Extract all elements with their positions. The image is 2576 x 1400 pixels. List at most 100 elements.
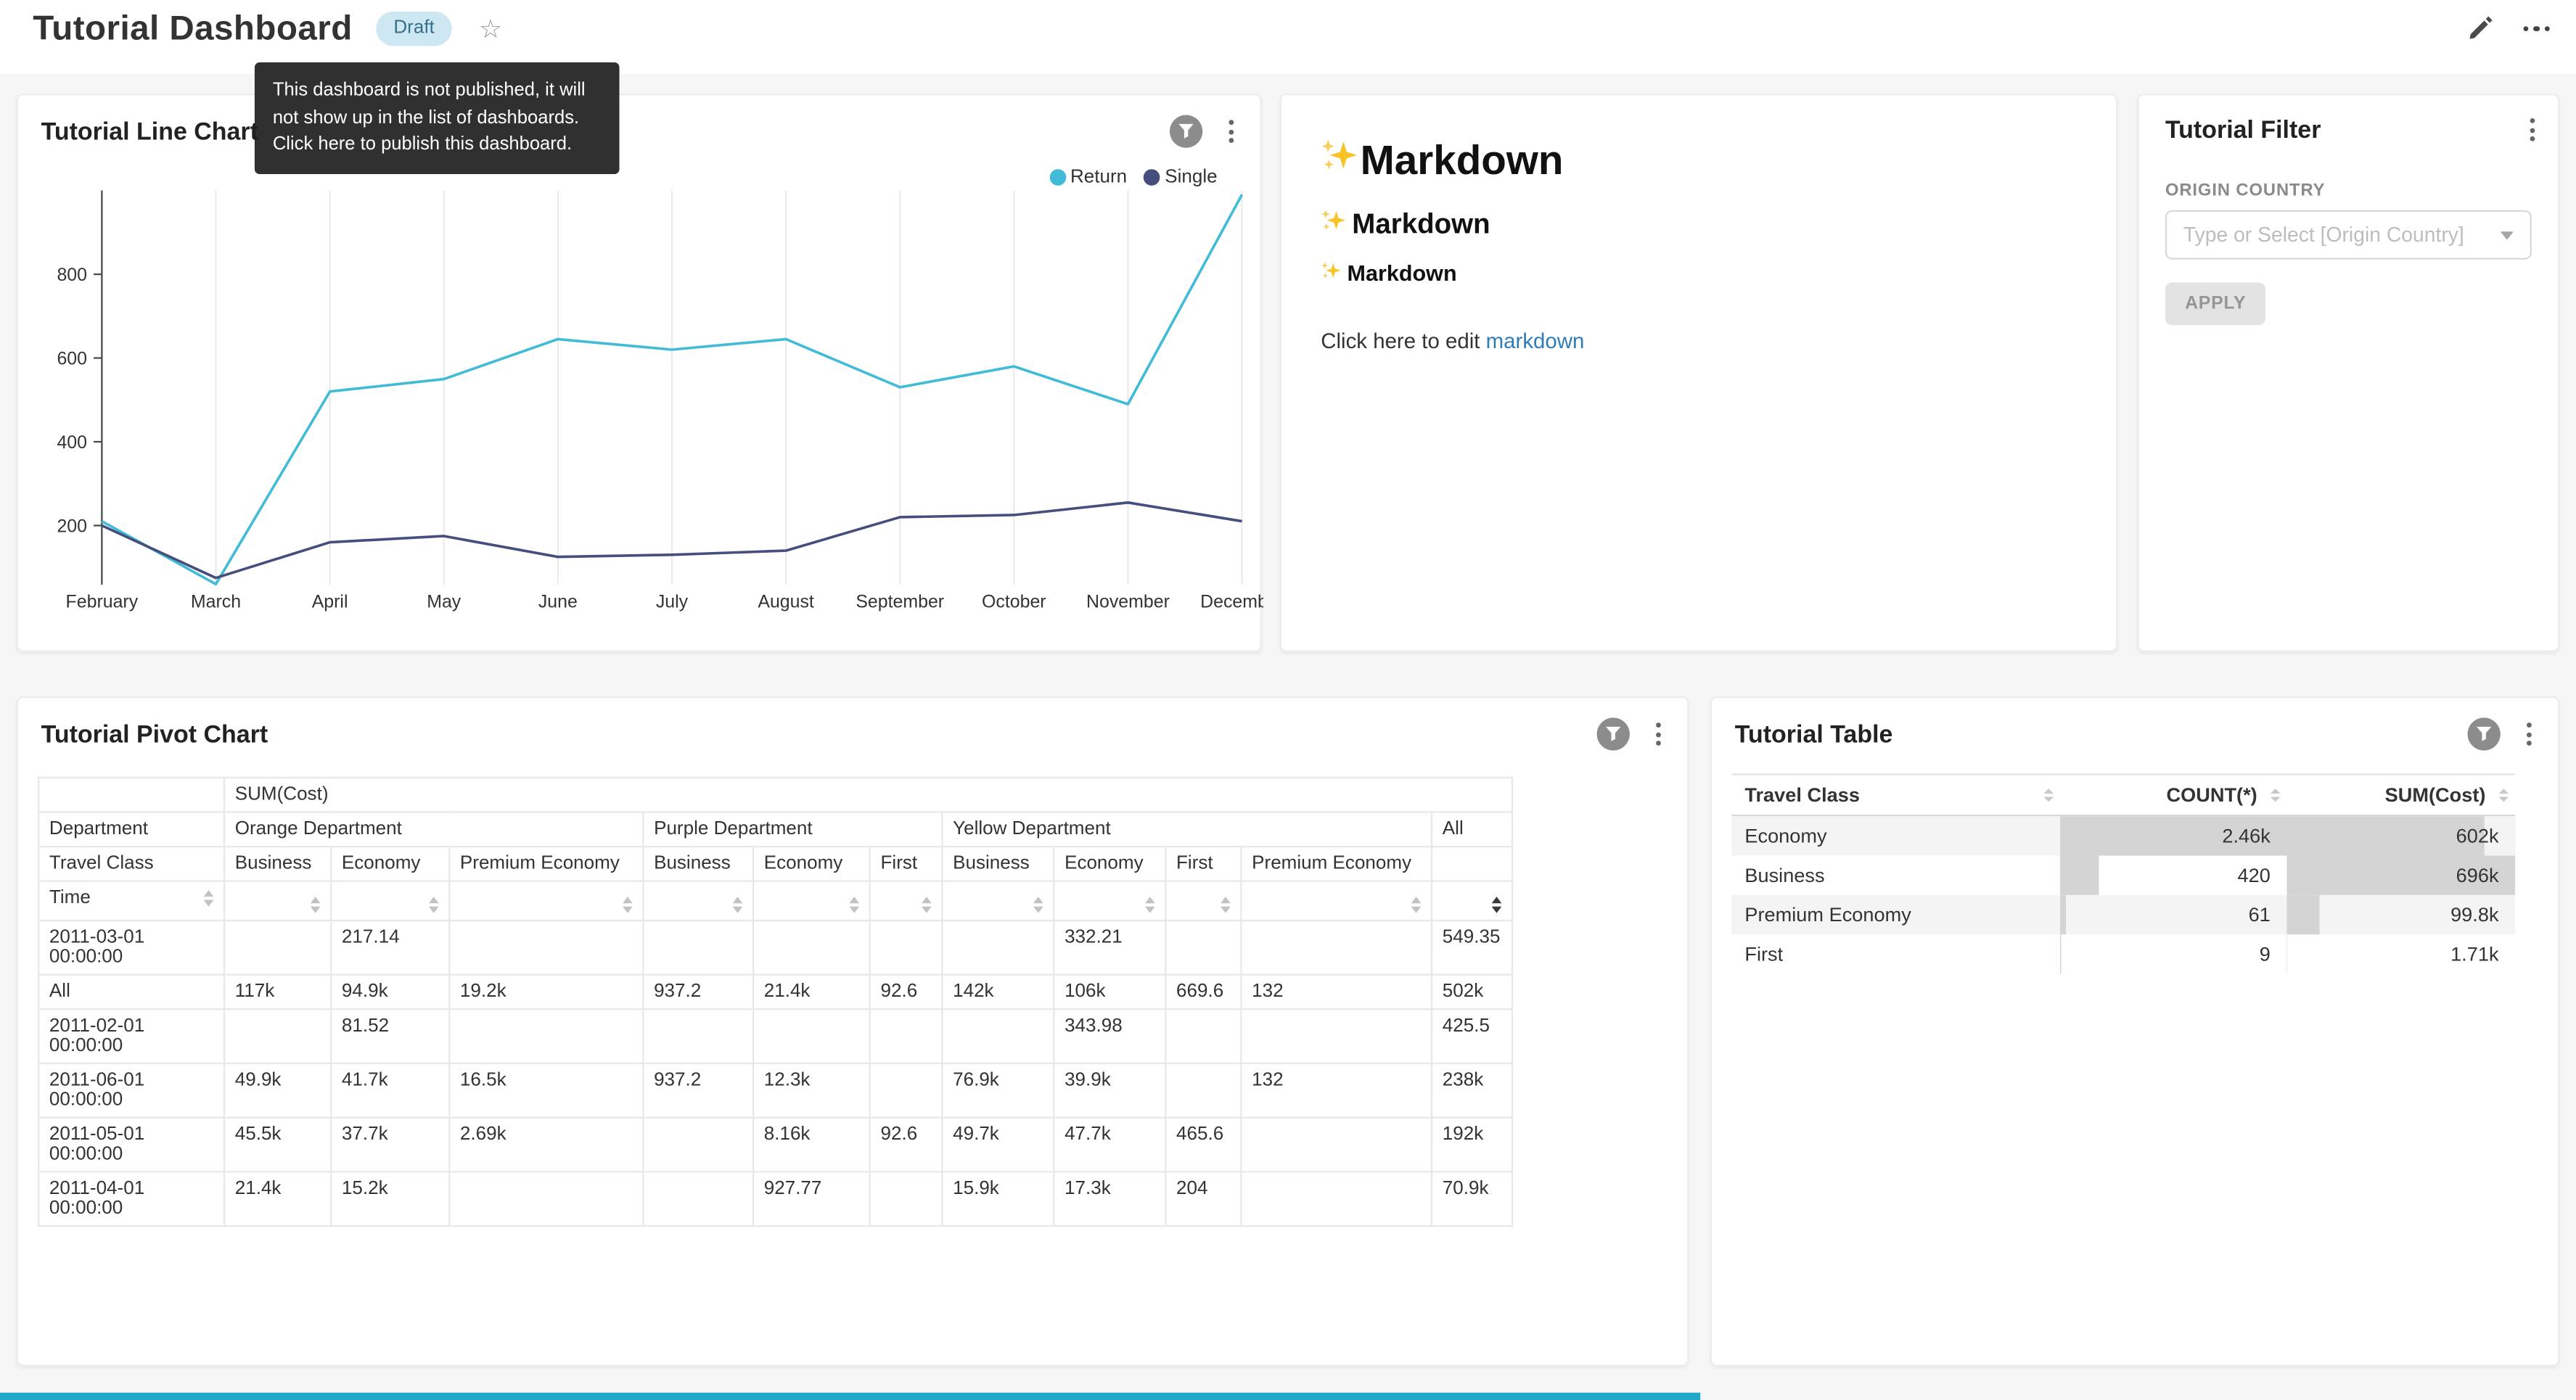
sort-icon[interactable] xyxy=(2271,788,2281,801)
sort-icon[interactable] xyxy=(623,897,633,913)
table-cell-value: 602k xyxy=(2286,815,2515,855)
pivot-value-cell: 70.9k xyxy=(1432,1171,1512,1225)
line-chart-kebab-icon[interactable] xyxy=(1222,117,1240,147)
svg-text:March: March xyxy=(191,592,241,612)
column-header[interactable]: SUM(Cost) xyxy=(2286,774,2515,815)
header-actions xyxy=(2465,15,2550,42)
pivot-row-axis-label: Travel Class xyxy=(38,847,224,881)
table-cell-value: 420 xyxy=(2060,856,2286,895)
sort-icon[interactable] xyxy=(733,897,743,913)
sort-icon[interactable] xyxy=(1492,897,1502,913)
filter-kebab-icon[interactable] xyxy=(2524,115,2542,144)
pivot-value-cell xyxy=(870,920,943,974)
pivot-time-label: Time xyxy=(49,889,91,908)
column-header-label: SUM(Cost) xyxy=(2385,783,2486,807)
more-menu-icon[interactable] xyxy=(2522,20,2549,38)
scroll-indicator[interactable] xyxy=(0,1392,1700,1400)
pivot-value-cell: 16.5k xyxy=(449,1063,643,1117)
favorite-star-icon[interactable]: ☆ xyxy=(479,12,502,45)
sort-icon[interactable] xyxy=(1411,897,1422,913)
pivot-value-cell: 92.6 xyxy=(870,974,943,1009)
pivot-value-cell: 465.6 xyxy=(1165,1117,1241,1172)
pivot-value-cell xyxy=(1165,1008,1241,1063)
pivot-value-cell: 669.6 xyxy=(1165,974,1241,1009)
pivot-sort-cell xyxy=(331,881,449,920)
pivot-value-cell: 106k xyxy=(1054,974,1165,1009)
pivot-value-cell: 37.7k xyxy=(331,1117,449,1172)
table-kebab-icon[interactable] xyxy=(2520,720,2538,749)
sort-icon[interactable] xyxy=(311,897,321,913)
pivot-value-cell xyxy=(870,1171,943,1225)
pivot-value-cell: 343.98 xyxy=(1054,1008,1165,1063)
pivot-value-cell: 142k xyxy=(942,974,1054,1009)
pivot-metric-header: SUM(Cost) xyxy=(224,778,1512,812)
filter-indicator-icon[interactable] xyxy=(2468,717,2501,750)
svg-text:April: April xyxy=(312,592,348,612)
markdown-edit-link[interactable]: markdown xyxy=(1486,329,1585,353)
pivot-row-header: 2011-03-01 00:00:00 xyxy=(38,920,224,974)
markdown-card: Markdown Markdown Markdown Click here to… xyxy=(1280,94,2118,652)
page-title: Tutorial Dashboard xyxy=(33,9,352,48)
svg-text:December: December xyxy=(1200,592,1263,612)
pivot-value-cell xyxy=(449,1008,643,1063)
pivot-row-header: 2011-02-01 00:00:00 xyxy=(38,1008,224,1063)
table-row: First91.71k xyxy=(1731,934,2515,973)
pivot-value-cell xyxy=(449,1171,643,1225)
svg-text:200: 200 xyxy=(57,516,87,537)
pivot-kebab-icon[interactable] xyxy=(1649,720,1668,749)
filter-indicator-icon[interactable] xyxy=(1170,115,1202,147)
chevron-down-icon xyxy=(2501,231,2514,239)
sort-icon[interactable] xyxy=(922,897,932,913)
table-card-title: Tutorial Table xyxy=(1735,720,2468,748)
draft-badge[interactable]: Draft xyxy=(375,11,452,46)
pivot-row-header: 2011-06-01 00:00:00 xyxy=(38,1063,224,1117)
table-cell-travel-class: Premium Economy xyxy=(1731,895,2060,934)
sort-icon[interactable] xyxy=(849,897,859,913)
pivot-value-cell xyxy=(224,920,331,974)
sort-icon[interactable] xyxy=(429,897,439,913)
column-header-label: COUNT(*) xyxy=(2166,783,2257,807)
sort-icon[interactable] xyxy=(204,891,214,907)
pivot-value-cell: 117k xyxy=(224,974,331,1009)
pivot-column-header: Economy xyxy=(753,847,870,881)
pivot-value-cell xyxy=(870,1063,943,1117)
sort-icon[interactable] xyxy=(1033,897,1043,913)
pivot-row-axis-label: Department xyxy=(38,812,224,847)
column-header[interactable]: Travel Class xyxy=(1731,774,2060,815)
table-cell-value: 61 xyxy=(2060,895,2286,934)
filter-indicator-icon[interactable] xyxy=(1597,717,1630,750)
pivot-row-header: 2011-05-01 00:00:00 xyxy=(38,1117,224,1172)
svg-text:400: 400 xyxy=(57,432,87,453)
sort-icon[interactable] xyxy=(1221,897,1231,913)
sort-icon[interactable] xyxy=(2043,788,2054,801)
pivot-sort-cell xyxy=(1054,881,1165,920)
pivot-value-cell: 15.9k xyxy=(942,1171,1054,1225)
edit-pencil-icon[interactable] xyxy=(2465,15,2493,42)
publish-tooltip[interactable]: This dashboard is not published, it will… xyxy=(255,62,620,174)
pivot-row-header: All xyxy=(38,974,224,1009)
pivot-sort-cell xyxy=(1165,881,1241,920)
pivot-column-header: Premium Economy xyxy=(1241,847,1432,881)
sort-icon[interactable] xyxy=(2499,788,2509,801)
markdown-heading-1: Markdown xyxy=(1321,138,2076,186)
pivot-value-cell: 21.4k xyxy=(753,974,870,1009)
pivot-value-cell: 332.21 xyxy=(1054,920,1165,974)
apply-button[interactable]: APPLY xyxy=(2165,282,2265,325)
pivot-value-cell: 8.16k xyxy=(753,1117,870,1172)
pivot-sort-cell xyxy=(1432,881,1512,920)
svg-text:September: September xyxy=(856,592,944,612)
pivot-value-cell xyxy=(1165,920,1241,974)
pivot-column-group-header: Orange Department xyxy=(224,812,643,847)
pivot-value-cell xyxy=(643,1117,753,1172)
pivot-table: SUM(Cost)DepartmentOrange DepartmentPurp… xyxy=(38,777,1513,1226)
pivot-value-cell xyxy=(1165,1063,1241,1117)
table-cell-value: 1.71k xyxy=(2286,934,2515,973)
pivot-value-cell xyxy=(753,920,870,974)
pivot-sort-cell xyxy=(643,881,753,920)
sort-icon[interactable] xyxy=(1145,897,1155,913)
origin-country-select[interactable]: Type or Select [Origin Country] xyxy=(2165,210,2532,260)
column-header[interactable]: COUNT(*) xyxy=(2060,774,2286,815)
pivot-column-header: First xyxy=(870,847,943,881)
pivot-column-header: First xyxy=(1165,847,1241,881)
filter-card: Tutorial Filter ORIGIN COUNTRY Type or S… xyxy=(2137,94,2559,652)
